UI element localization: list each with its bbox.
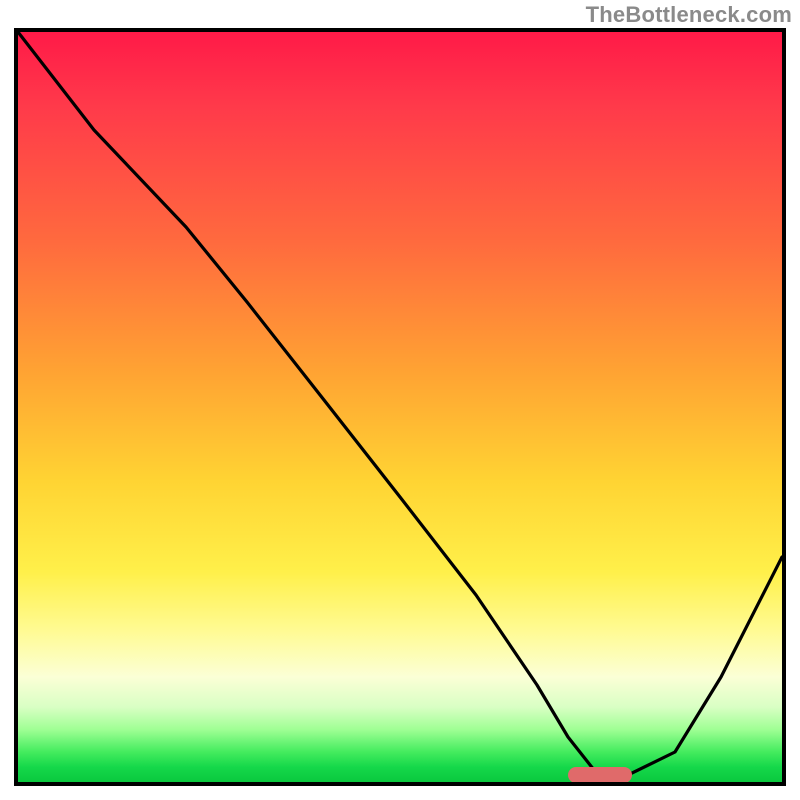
bottleneck-curve [18,32,782,775]
chart-canvas: TheBottleneck.com [0,0,800,800]
optimal-range-marker [568,767,632,783]
plot-frame [14,28,786,786]
watermark-text: TheBottleneck.com [586,2,792,28]
line-plot [18,32,782,782]
